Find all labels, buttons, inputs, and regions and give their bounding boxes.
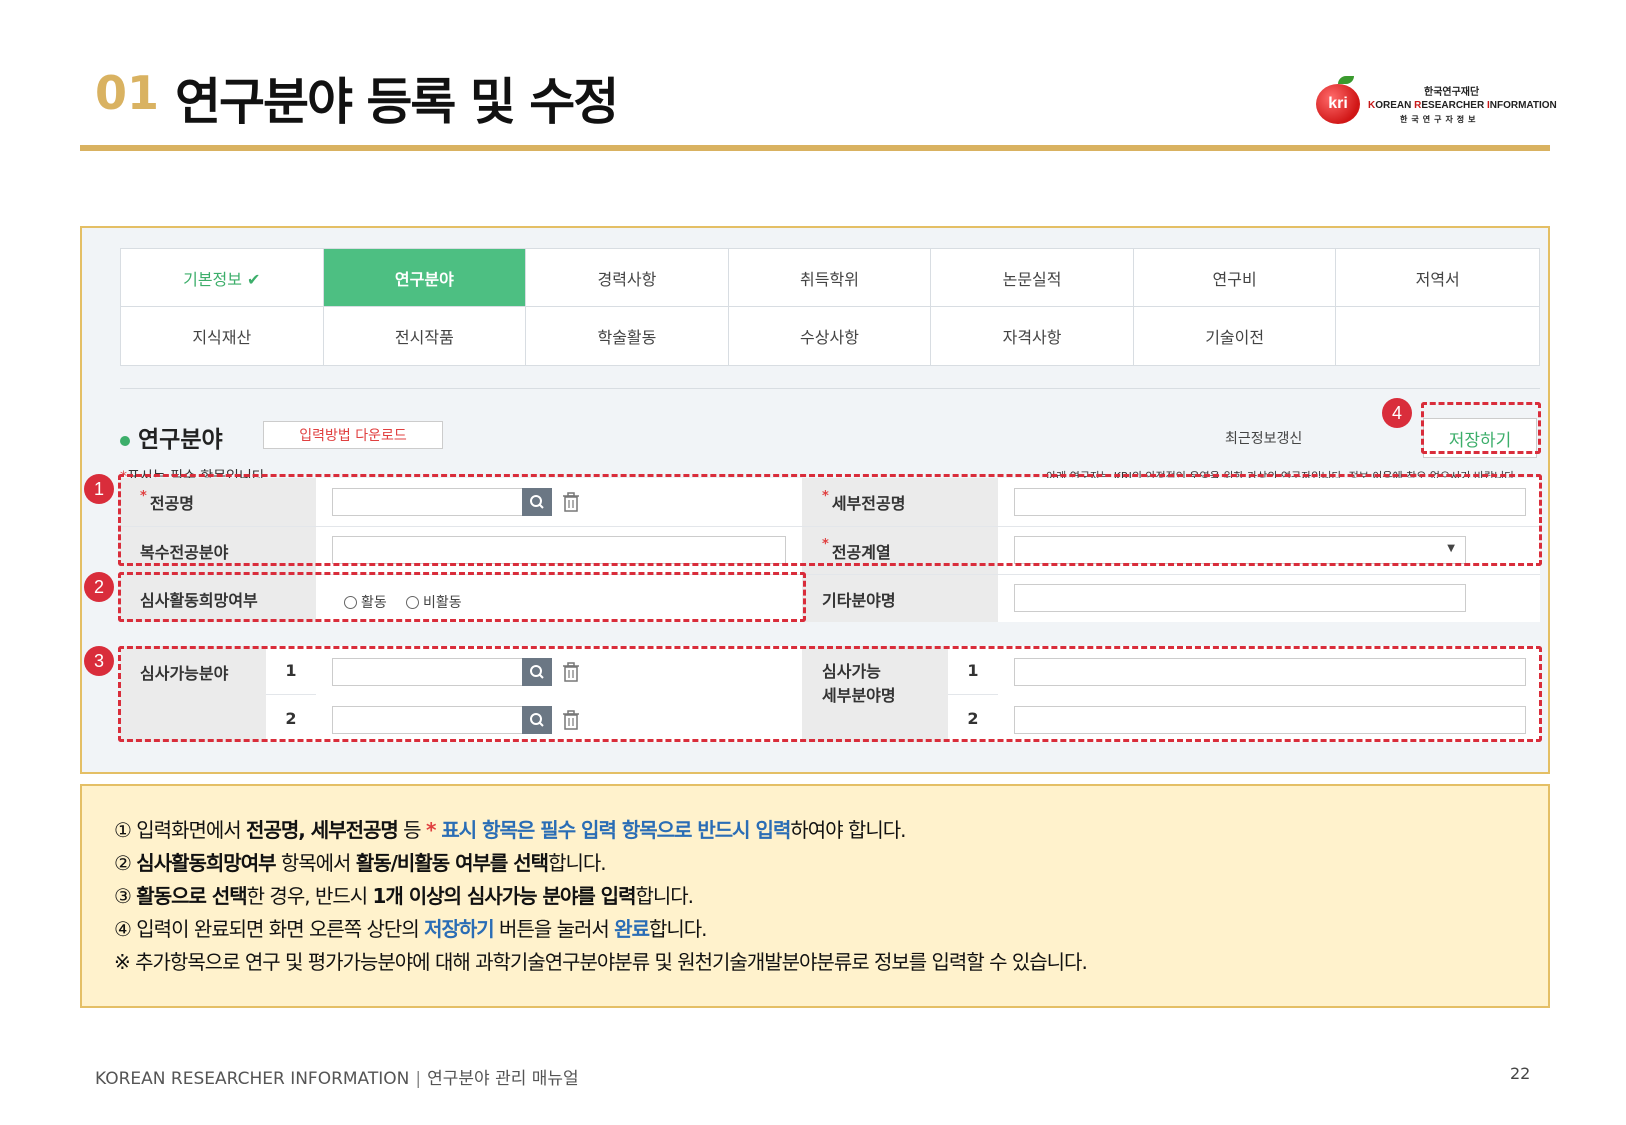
footer: KOREAN RESEARCHER INFORMATION | 연구분야 관리 매뉴… (95, 1069, 579, 1089)
tab-research-fund[interactable]: 연구비 (1133, 249, 1337, 307)
recent-update-link[interactable]: 최근정보갱신 (1225, 428, 1302, 448)
tab-papers[interactable]: 논문실적 (931, 249, 1134, 307)
apple-logo-icon: kri (1316, 84, 1360, 124)
tab-awards[interactable]: 수상사항 (729, 307, 932, 365)
note-5: ※ 추가항목으로 연구 및 평가가능분야에 대해 과학기술연구분야분류 및 원천… (114, 950, 1088, 974)
tab-certificates[interactable]: 자격사항 (931, 307, 1134, 365)
kri-logo: kri 한국연구재단 KOREAN RESEARCHER INFORMATION… (1316, 76, 1557, 126)
callout-badge-4: 4 (1382, 398, 1412, 428)
tab-ip[interactable]: 지식재산 (121, 307, 324, 365)
tab-basic-info[interactable]: 기본정보 ✔ (121, 249, 324, 307)
section-title: 연구분야 (120, 420, 223, 454)
callout-badge-1: 1 (84, 474, 114, 504)
logo-korean-name: 한국연구자정보 (1400, 115, 1480, 124)
tab-exhibition[interactable]: 전시작품 (324, 307, 527, 365)
callout-box-1 (118, 474, 1542, 566)
tab-career[interactable]: 경력사항 (526, 249, 729, 307)
tab-research-field[interactable]: 연구분야 (323, 249, 527, 307)
title-underline (80, 145, 1550, 151)
callout-badge-2: 2 (84, 572, 114, 602)
divider (120, 388, 1540, 389)
logo-english-name: KOREAN RESEARCHER INFORMATION (1368, 100, 1557, 111)
logo-org-name: 한국연구재단 (1424, 87, 1480, 98)
callout-box-2 (118, 572, 806, 622)
slide-number: 01 (95, 66, 160, 120)
tab-tech-transfer[interactable]: 기술이전 (1134, 307, 1337, 365)
note-1: ① 입력화면에서 전공명, 세부전공명 등 * 표시 항목은 필수 입력 항목으… (114, 818, 906, 842)
screenshot-panel: 기본정보 ✔ 연구분야 경력사항 취득학위 논문실적 연구비 저역서 지식재산 … (80, 226, 1550, 774)
callout-badge-3: 3 (84, 646, 114, 676)
other-field-input[interactable] (1014, 584, 1466, 612)
download-guide-button[interactable]: 입력방법 다운로드 (263, 421, 443, 449)
tab-empty (1336, 307, 1539, 365)
instruction-notes: ① 입력화면에서 전공명, 세부전공명 등 * 표시 항목은 필수 입력 항목으… (80, 784, 1550, 1008)
note-3: ③ 활동으로 선택한 경우, 반드시 1개 이상의 심사가능 분야를 입력합니다… (114, 884, 694, 908)
bullet-icon (120, 435, 130, 446)
note-2: ② 심사활동희망여부 항목에서 활동/비활동 여부를 선택합니다. (114, 851, 607, 875)
slide-title: 연구분야 등록 및 수정 (175, 73, 619, 131)
callout-box-4 (1421, 402, 1541, 454)
callout-box-3 (118, 646, 1542, 742)
page-number: 22 (1510, 1064, 1531, 1083)
leaf-icon (1338, 76, 1354, 84)
tab-books[interactable]: 저역서 (1336, 249, 1539, 307)
tab-academic-activity[interactable]: 학술활동 (526, 307, 729, 365)
tab-grid: 기본정보 ✔ 연구분야 경력사항 취득학위 논문실적 연구비 저역서 지식재산 … (120, 248, 1540, 366)
note-4: ④ 입력이 완료되면 화면 오른쪽 상단의 저장하기 버튼을 눌러서 완료합니다… (114, 917, 708, 941)
tab-degree[interactable]: 취득학위 (728, 249, 932, 307)
other-field-label: 기타분야명 (802, 574, 998, 622)
